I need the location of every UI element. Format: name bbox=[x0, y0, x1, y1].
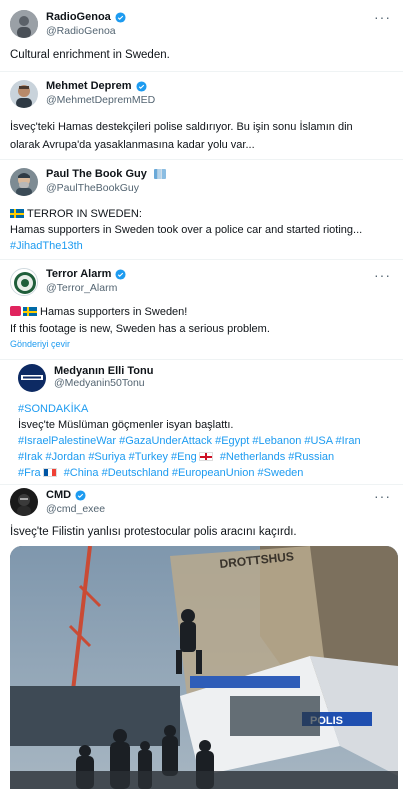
author-name[interactable]: Terror Alarm bbox=[46, 268, 111, 280]
tweet-text: Cultural enrichment in Sweden. bbox=[10, 49, 170, 61]
tweet-text-line: TERROR IN SWEDEN: bbox=[27, 208, 142, 220]
author-handle[interactable]: @RadioGenoa bbox=[46, 25, 116, 37]
more-options-icon[interactable]: ··· bbox=[374, 268, 391, 282]
hashtag-links[interactable]: #Netherlands #Russian bbox=[220, 451, 334, 463]
more-options-icon[interactable]: ··· bbox=[374, 489, 391, 503]
avatar[interactable] bbox=[10, 268, 38, 296]
tweet-text-line: Hamas supporters in Sweden! bbox=[40, 306, 188, 318]
tweet-text: TERROR IN SWEDEN: Hamas supporters in Sw… bbox=[10, 206, 393, 254]
tweet-terror-alarm[interactable]: Terror Alarm @Terror_Alarm ··· Hamas sup… bbox=[0, 260, 403, 360]
avatar[interactable] bbox=[10, 10, 38, 38]
hashtag-link[interactable]: #JihadThe13th bbox=[10, 238, 393, 254]
avatar[interactable] bbox=[18, 364, 46, 392]
avatar[interactable] bbox=[10, 80, 38, 108]
hashtag-link[interactable]: #SONDAKİKA bbox=[18, 401, 393, 417]
author-handle[interactable]: @cmd_exee bbox=[46, 503, 105, 515]
video-frame: DROTTSHUS POLIS bbox=[10, 546, 398, 789]
tweet-mehmet-deprem[interactable]: Mehmet Deprem @MehmetDepremMED İsveç'tek… bbox=[0, 72, 403, 160]
verified-badge-icon bbox=[136, 80, 147, 92]
tweet-text-line: İsveç'te Müslüman göçmenler isyan başlat… bbox=[18, 419, 234, 431]
books-emoji-icon bbox=[153, 169, 166, 179]
france-flag-icon bbox=[42, 468, 57, 477]
tweet-text-line: İsveç'teki Hamas destekçileri polise sal… bbox=[10, 121, 353, 133]
tweet-medyanin-elli-tonu[interactable]: Medyanın Elli Tonu @Medyanin50Tonu #SOND… bbox=[0, 360, 403, 485]
author-name[interactable]: Medyanın Elli Tonu bbox=[54, 365, 153, 377]
hashtag-links[interactable]: #Irak #Jordan #Suriya #Turkey #Eng bbox=[18, 451, 197, 463]
translate-post-link[interactable]: Gönderiyi çevir bbox=[10, 339, 70, 349]
tweet-paul-the-book-guy[interactable]: Paul The Book Guy @PaulTheBookGuy TERROR… bbox=[0, 160, 403, 260]
tweet-text: #SONDAKİKA İsveç'te Müslüman göçmenler i… bbox=[18, 401, 393, 481]
author-handle[interactable]: @Terror_Alarm bbox=[46, 282, 117, 294]
alarm-emoji-icon bbox=[10, 306, 21, 316]
more-options-icon[interactable]: ··· bbox=[374, 10, 391, 24]
hashtag-link[interactable]: #Fra bbox=[18, 467, 41, 479]
hashtag-links[interactable]: #China #Deutschland #EuropeanUnion #Swed… bbox=[64, 467, 304, 479]
tweet-radiogenoa[interactable]: RadioGenoa @RadioGenoa ··· Cultural enri… bbox=[0, 0, 403, 72]
england-flag-icon bbox=[198, 452, 213, 461]
sweden-flag-icon bbox=[23, 307, 37, 316]
tweet-text: Hamas supporters in Sweden! If this foot… bbox=[10, 304, 393, 338]
tweet-text-line: Hamas supporters in Sweden took over a p… bbox=[10, 224, 363, 236]
author-handle[interactable]: @PaulTheBookGuy bbox=[46, 182, 139, 194]
verified-badge-icon bbox=[75, 489, 86, 501]
tweet-text-line: olarak Avrupa'da yasaklanmasına kadar yo… bbox=[10, 139, 255, 151]
tweet-text-line: If this footage is new, Sweden has a ser… bbox=[10, 323, 270, 335]
author-handle[interactable]: @Medyanin50Tonu bbox=[54, 377, 145, 389]
author-name[interactable]: Paul The Book Guy bbox=[46, 168, 147, 180]
tweet-video[interactable]: DROTTSHUS POLIS bbox=[10, 546, 398, 789]
author-handle[interactable]: @MehmetDepremMED bbox=[46, 94, 155, 106]
verified-badge-icon bbox=[115, 268, 126, 280]
avatar[interactable] bbox=[10, 168, 38, 196]
author-name[interactable]: RadioGenoa bbox=[46, 11, 111, 23]
tweet-text: İsveç'teki Hamas destekçileri polise sal… bbox=[10, 118, 393, 154]
avatar[interactable] bbox=[10, 488, 38, 516]
author-name[interactable]: Mehmet Deprem bbox=[46, 80, 132, 92]
author-name[interactable]: CMD bbox=[46, 489, 71, 501]
sweden-flag-icon bbox=[10, 209, 24, 218]
verified-badge-icon bbox=[115, 11, 126, 23]
hashtag-links[interactable]: #IsraelPalestineWar #GazaUnderAttack #Eg… bbox=[18, 433, 393, 449]
tweet-text: İsveç'te Filistin yanlısı protestocular … bbox=[10, 526, 297, 538]
